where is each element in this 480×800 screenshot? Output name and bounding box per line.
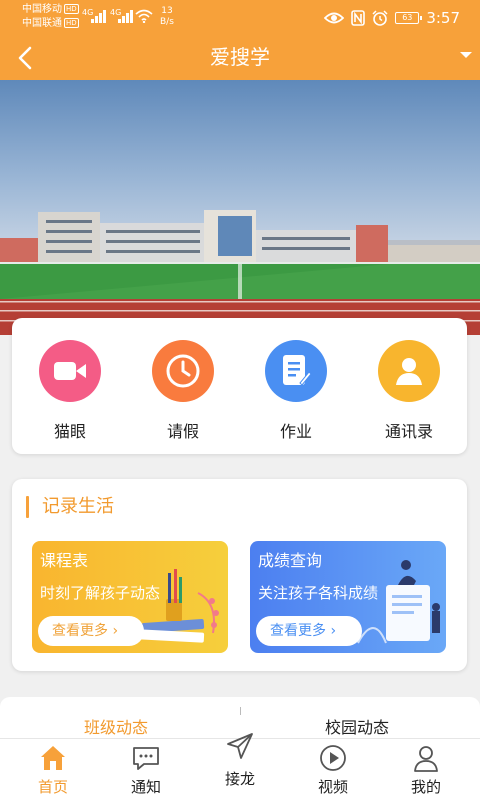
nav-item-home[interactable]: 首页 <box>18 739 88 797</box>
nav-item-video[interactable]: 视频 <box>298 739 368 797</box>
alarm-icon <box>372 10 388 26</box>
person-icon <box>414 746 438 772</box>
nav-item-notice[interactable]: 通知 <box>111 739 181 797</box>
clock-time: 3:57 <box>426 9 460 27</box>
bottom-navigation: 首页 通知 接龙 视频 我的 <box>0 733 480 800</box>
document-edit-icon <box>265 340 327 402</box>
hd-badge: HD <box>64 18 79 28</box>
signal-bars-icon <box>118 9 134 23</box>
section-accent-bar <box>26 496 29 518</box>
schedule-card[interactable]: 课程表 时刻了解孩子动态 查看更多 › <box>32 541 228 653</box>
hd-badge: HD <box>64 4 79 14</box>
menu-item-cat-eye[interactable]: 猫眼 <box>25 340 115 442</box>
carrier-2: 中国联通 <box>22 18 62 29</box>
banner-illustration <box>0 80 480 335</box>
view-more-label: 查看更多 <box>270 623 326 639</box>
nav-item-relay[interactable]: 接龙 <box>205 733 275 789</box>
section-title: 记录生活 <box>42 496 114 517</box>
nav-item-profile[interactable]: 我的 <box>391 739 461 797</box>
nfc-icon <box>351 10 366 26</box>
tab-campus-news[interactable]: 校园动态 <box>325 717 389 739</box>
schedule-view-more-button[interactable]: 查看更多 › <box>38 616 144 646</box>
message-icon <box>133 747 159 770</box>
nav-label: 视频 <box>317 778 348 796</box>
nav-label: 首页 <box>37 778 68 796</box>
chevron-right-icon: › <box>112 623 119 639</box>
triangle-down-icon[interactable] <box>460 52 472 58</box>
grades-card[interactable]: 成绩查询 关注孩子各科成绩 查看更多 › <box>250 541 446 653</box>
home-icon <box>41 746 65 770</box>
menu-item-label: 请假 <box>166 422 199 441</box>
schedule-title: 课程表 <box>40 551 89 570</box>
play-circle-icon <box>320 745 346 771</box>
video-camera-icon <box>39 340 101 402</box>
tab-class-news[interactable]: 班级动态 <box>84 717 148 739</box>
report-reading-illustration <box>357 560 440 644</box>
nav-label: 接龙 <box>224 770 255 788</box>
signal-bars-icon <box>91 9 107 23</box>
menu-item-label: 通讯录 <box>384 422 433 441</box>
grades-title: 成绩查询 <box>258 551 323 570</box>
battery-icon: 63 <box>395 12 423 24</box>
title-bar: 爱搜学 <box>0 36 480 80</box>
net-speed: 13 B/s <box>160 6 174 27</box>
nav-label: 通知 <box>130 778 161 796</box>
schedule-description: 时刻了解孩子动态 <box>40 584 161 602</box>
school-banner-image[interactable] <box>0 80 480 335</box>
menu-item-leave[interactable]: 请假 <box>138 340 228 442</box>
carrier-1: 中国移动 <box>22 4 62 15</box>
menu-item-contacts[interactable]: 通讯录 <box>364 340 454 442</box>
grades-description: 关注孩子各科成绩 <box>258 584 379 602</box>
grades-view-more-button[interactable]: 查看更多 › <box>256 616 362 646</box>
nav-label: 我的 <box>410 778 441 796</box>
record-life-card: 记录生活 课程表 时刻了解孩子动态 查看更多 › 成绩查询 关注孩子各科成绩 查… <box>12 479 467 671</box>
tab-divider <box>240 707 241 715</box>
paper-plane-icon <box>227 733 253 759</box>
wifi-icon <box>135 9 153 23</box>
quick-menu-card: 猫眼 请假 作业 通讯录 <box>12 318 467 454</box>
clock-icon <box>152 340 214 402</box>
status-bar: 中国移动 HD 中国联通 HD 4G 4G 13 B/s 63 3:57 <box>0 0 480 36</box>
contact-person-icon <box>378 340 440 402</box>
menu-item-label: 作业 <box>279 422 312 441</box>
menu-item-label: 猫眼 <box>53 422 86 441</box>
menu-item-homework[interactable]: 作业 <box>251 340 341 442</box>
carrier-info: 中国移动 HD 中国联通 HD <box>22 3 79 31</box>
books-pencils-illustration <box>137 569 219 643</box>
chevron-right-icon: › <box>330 623 337 639</box>
page-title: 爱搜学 <box>210 45 270 69</box>
view-more-label: 查看更多 <box>52 623 108 639</box>
eye-icon <box>324 12 345 24</box>
